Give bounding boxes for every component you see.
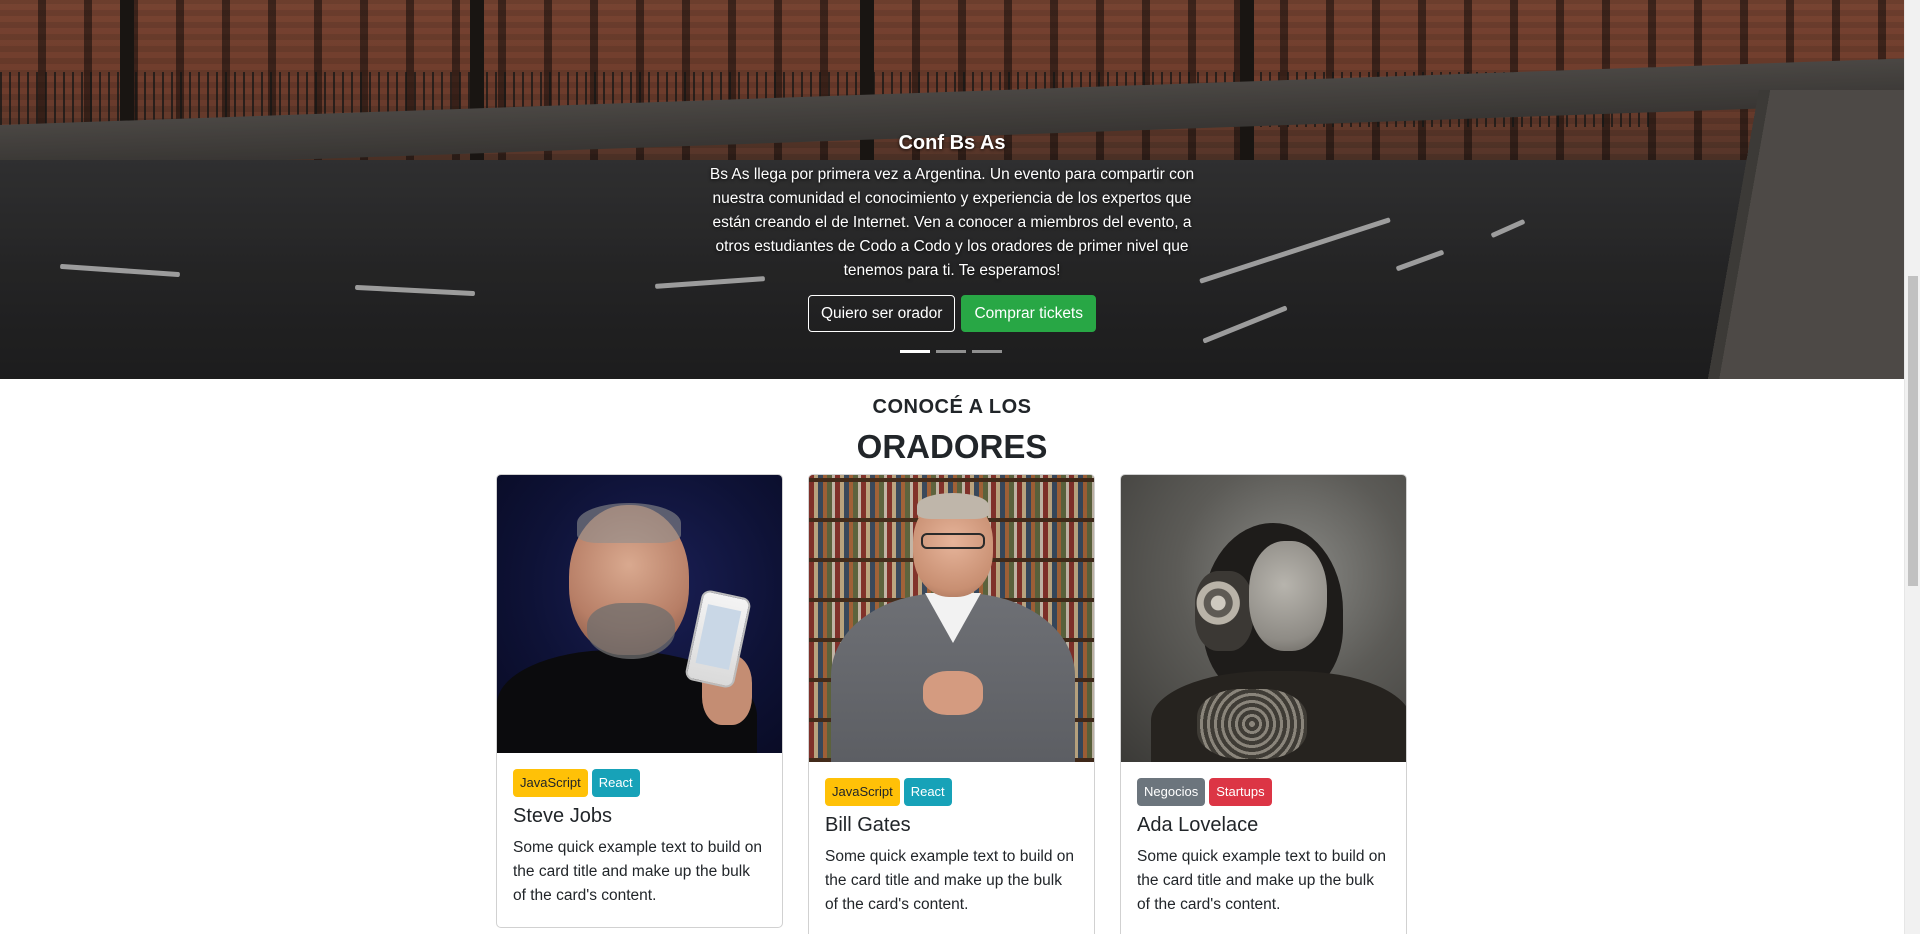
speakers-subtitle: CONOCÉ A LOS: [872, 396, 1032, 418]
carousel-indicators: [900, 350, 1002, 353]
hero-carousel: Conf Bs As Bs As llega por primera vez a…: [0, 0, 1904, 379]
speaker-card: JavaScript React Bill Gates Some quick e…: [808, 474, 1095, 934]
speaker-signup-button[interactable]: Quiero ser orador: [807, 295, 956, 332]
tag-badge: React: [903, 778, 952, 806]
page-scrollbar[interactable]: [1904, 0, 1920, 934]
tag-badge: JavaScript: [825, 778, 900, 806]
tag-list: Negocios Startups: [1137, 778, 1390, 806]
hero-buttons: Quiero ser orador Comprar tickets: [692, 295, 1212, 332]
speaker-name: Steve Jobs: [513, 805, 612, 827]
tag-badge: Startups: [1209, 778, 1272, 806]
tag-list: JavaScript React: [513, 769, 766, 797]
tag-badge: JavaScript: [513, 769, 588, 797]
tag-list: JavaScript React: [825, 778, 1078, 806]
card-body: JavaScript React Steve Jobs Some quick e…: [497, 753, 782, 922]
hero-description: Bs As llega por primera vez a Argentina.…: [709, 166, 1195, 279]
speaker-description: Some quick example text to build on the …: [1137, 848, 1386, 913]
tag-badge: React: [591, 769, 640, 797]
speaker-photo: [809, 475, 1094, 762]
speaker-card: JavaScript React Steve Jobs Some quick e…: [496, 474, 783, 928]
carousel-indicator-3[interactable]: [972, 350, 1002, 353]
speaker-photo: [1121, 475, 1406, 762]
scrollbar-thumb[interactable]: [1908, 276, 1918, 586]
speaker-name: Bill Gates: [825, 814, 911, 836]
carousel-indicator-2[interactable]: [936, 350, 966, 353]
speaker-description: Some quick example text to build on the …: [825, 848, 1074, 913]
speaker-card: Negocios Startups Ada Lovelace Some quic…: [1120, 474, 1407, 934]
carousel-indicator-1[interactable]: [900, 350, 930, 353]
speaker-name: Ada Lovelace: [1137, 814, 1259, 836]
tag-badge: Negocios: [1137, 778, 1206, 806]
hero-title: Conf Bs As: [898, 132, 1006, 154]
card-body: Negocios Startups Ada Lovelace Some quic…: [1121, 762, 1406, 931]
card-body: JavaScript React Bill Gates Some quick e…: [809, 762, 1094, 931]
speaker-photo: [497, 475, 782, 753]
carousel-caption: Conf Bs As Bs As llega por primera vez a…: [692, 132, 1212, 332]
buy-tickets-button[interactable]: Comprar tickets: [961, 295, 1096, 332]
speaker-description: Some quick example text to build on the …: [513, 839, 762, 904]
speakers-title: ORADORES: [856, 428, 1048, 465]
